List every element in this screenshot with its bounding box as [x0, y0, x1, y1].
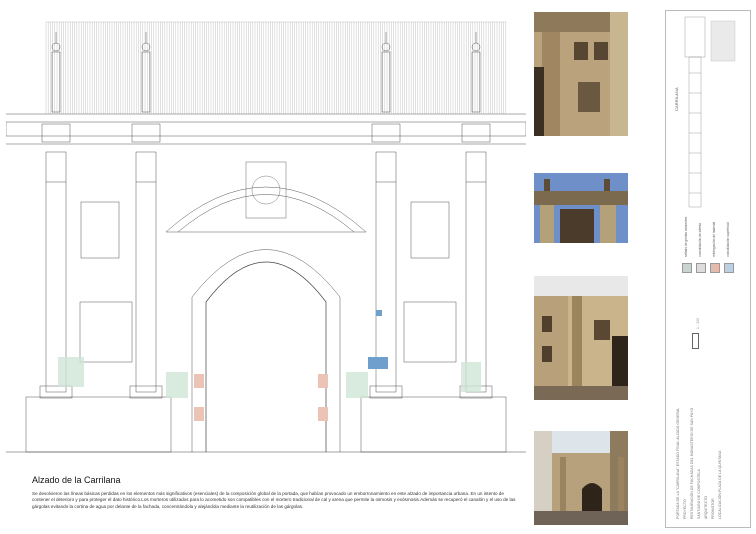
- title-block-line: SANTIAGO DE COMPOSTELA: [697, 469, 701, 519]
- caption-title: Alzado de la Carrilana: [32, 475, 121, 485]
- photo-portal-front: [534, 431, 628, 525]
- title-block-line: LOCALIZACIÓN:PLAZA DE LA QUINTANA: [718, 450, 722, 519]
- title-block-panel: CARRILANA sellado de grietas existentes c…: [665, 10, 751, 528]
- legend-item-label: consolidación de sillería: [698, 223, 702, 257]
- legend-swatch: [696, 263, 706, 273]
- title-block-line: PORTADA DE LA "CARRILANA" ESTADO FINAL:A…: [676, 407, 680, 519]
- photo-cornice-detail: [534, 173, 628, 243]
- title-block-line: PROYECTO: [683, 499, 687, 519]
- title-block-line: RESTAURACIÓN DE FACHADAS DEL MONASTERIO …: [690, 407, 694, 519]
- legend-item-label: reintegración de material: [712, 221, 716, 257]
- legend-swatch: [682, 263, 692, 273]
- drawing-caption: Alzado de la Carrilana Se devolvieron la…: [32, 475, 522, 510]
- legend-swatch: [710, 263, 720, 273]
- caption-body: Se devolvieron las líneas básicas perdid…: [32, 491, 516, 509]
- photo-facade-perspective: [534, 276, 628, 400]
- facade-elevation-drawing: [6, 21, 526, 453]
- legend-swatch: [724, 263, 734, 273]
- legend-item-label: consolidación superficial: [726, 222, 730, 257]
- title-block-line: PROMOTOR: [711, 498, 715, 519]
- north-arrow-icon: [692, 333, 699, 349]
- scale-label: 1 : 100: [696, 317, 700, 329]
- site-plan-diagram: [684, 16, 736, 208]
- plan-label: CARRILANA: [674, 87, 679, 111]
- title-block-line: ARQUITECTO: [704, 495, 708, 519]
- photo-facade-side: [534, 12, 628, 136]
- legend-item-label: sellado de grietas existentes: [684, 216, 688, 257]
